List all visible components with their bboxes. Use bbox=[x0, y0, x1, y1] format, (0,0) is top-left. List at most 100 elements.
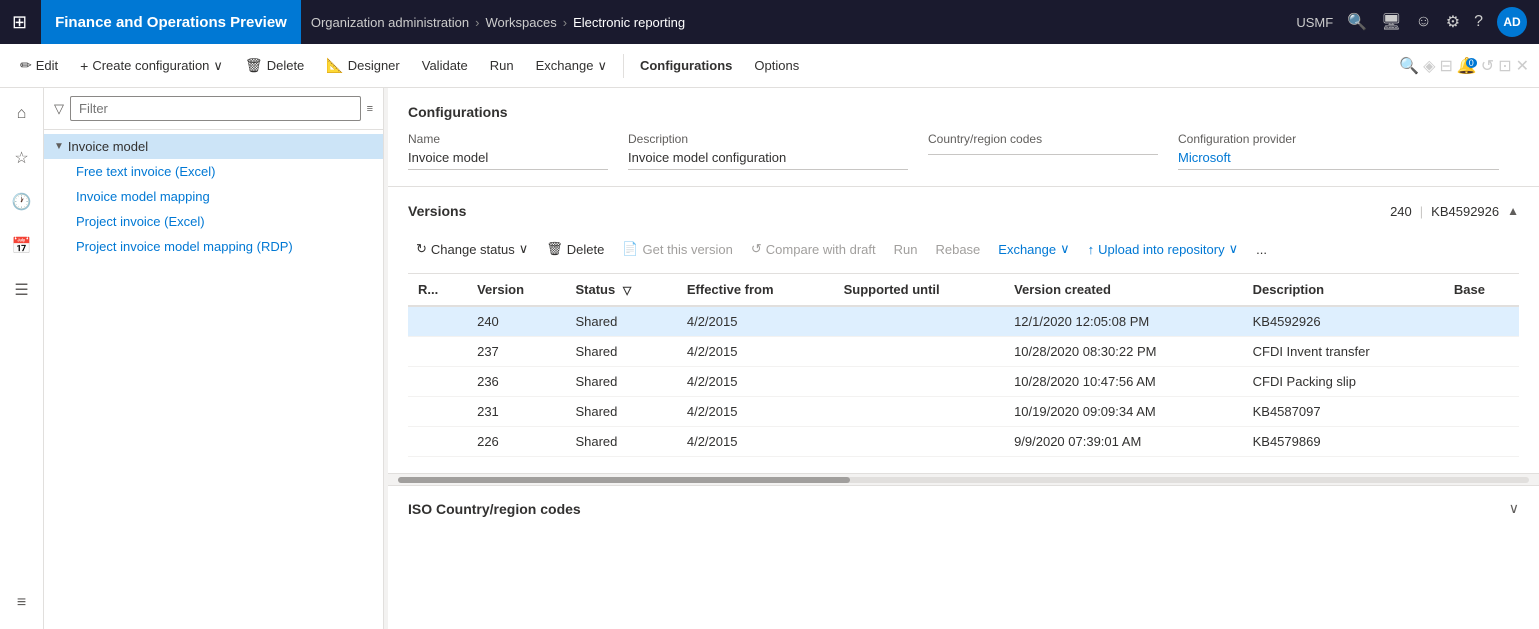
status-filter-icon[interactable]: ▽ bbox=[623, 285, 631, 297]
help-icon[interactable]: ? bbox=[1474, 13, 1483, 31]
breadcrumb-org[interactable]: Organization administration bbox=[311, 15, 469, 30]
versions-delete-icon: 🗑 bbox=[546, 241, 563, 257]
upload-chevron: ∨ bbox=[1229, 241, 1239, 257]
configurations-button[interactable]: Configurations bbox=[630, 48, 742, 84]
table-cell bbox=[834, 427, 1004, 457]
search-nav-icon[interactable]: 🔍 bbox=[1347, 12, 1367, 32]
tree-search-input[interactable] bbox=[70, 96, 361, 121]
tree-item-free-text[interactable]: Free text invoice (Excel) bbox=[44, 159, 383, 184]
table-cell bbox=[1444, 337, 1519, 367]
table-cell: 236 bbox=[467, 367, 565, 397]
table-cell: 9/9/2020 07:39:01 AM bbox=[1004, 427, 1243, 457]
compare-with-draft-button[interactable]: ↺ Compare with draft bbox=[743, 235, 884, 263]
table-cell: 240 bbox=[467, 306, 565, 337]
settings-icon[interactable]: ⚙ bbox=[1446, 12, 1460, 32]
nav-star-icon[interactable]: ☆ bbox=[4, 140, 40, 176]
toolbar-refresh-icon[interactable]: ↺ bbox=[1481, 56, 1494, 76]
iso-section[interactable]: ISO Country/region codes ∨ bbox=[388, 485, 1539, 531]
user-avatar[interactable]: AD bbox=[1497, 7, 1527, 37]
iso-chevron-icon: ∨ bbox=[1509, 500, 1519, 517]
config-provider-value[interactable]: Microsoft bbox=[1178, 150, 1499, 170]
nav-calendar-icon[interactable]: 📅 bbox=[4, 228, 40, 264]
toolbar: ✏ Edit + Create configuration ∨ 🗑 Delete… bbox=[0, 44, 1539, 88]
table-cell bbox=[834, 397, 1004, 427]
org-name: USMF bbox=[1296, 15, 1333, 30]
toolbar-layout-icon[interactable]: ⊟ bbox=[1439, 56, 1452, 76]
exchange-button[interactable]: Exchange ∨ bbox=[526, 48, 617, 84]
table-header-row: R... Version Status ▽ Effective from Sup… bbox=[408, 274, 1519, 306]
table-row[interactable]: 240Shared4/2/201512/1/2020 12:05:08 PMKB… bbox=[408, 306, 1519, 337]
exchange-ver-chevron: ∨ bbox=[1060, 241, 1070, 257]
tree-filter-bar: ▽ ≡ bbox=[44, 88, 383, 130]
config-name-field: Name Invoice model bbox=[408, 132, 628, 170]
tree-item-invoice-model[interactable]: ▼ Invoice model bbox=[44, 134, 383, 159]
col-base: Base bbox=[1444, 274, 1519, 306]
table-cell bbox=[408, 397, 467, 427]
table-row[interactable]: 231Shared4/2/201510/19/2020 09:09:34 AMK… bbox=[408, 397, 1519, 427]
designer-button[interactable]: 📐 Designer bbox=[316, 48, 409, 84]
tree-item-project-invoice[interactable]: Project invoice (Excel) bbox=[44, 209, 383, 234]
scrollbar-thumb[interactable] bbox=[398, 477, 850, 483]
toolbar-expand-icon[interactable]: ⊡ bbox=[1498, 56, 1511, 76]
table-cell: KB4592926 bbox=[1243, 306, 1444, 337]
toolbar-filter-icon[interactable]: ◈ bbox=[1423, 56, 1435, 76]
versions-toolbar: ↻ Change status ∨ 🗑 Delete 📄 Get this ve… bbox=[408, 229, 1519, 274]
app-grid-icon[interactable]: ⊞ bbox=[12, 12, 27, 33]
col-status: Status ▽ bbox=[565, 274, 676, 306]
table-cell: 226 bbox=[467, 427, 565, 457]
toolbar-close-icon[interactable]: ✕ bbox=[1516, 56, 1529, 76]
tree-item-invoice-mapping[interactable]: Invoice model mapping bbox=[44, 184, 383, 209]
upload-icon: ↑ bbox=[1088, 242, 1095, 257]
table-cell: Shared bbox=[565, 427, 676, 457]
config-provider-field: Configuration provider Microsoft bbox=[1178, 132, 1519, 170]
tree-child-label: Invoice model mapping bbox=[76, 189, 210, 204]
breadcrumb-workspaces[interactable]: Workspaces bbox=[485, 15, 556, 30]
table-cell: CFDI Invent transfer bbox=[1243, 337, 1444, 367]
config-desc-value: Invoice model configuration bbox=[628, 150, 908, 170]
versions-delete-button[interactable]: 🗑 Delete bbox=[538, 235, 612, 263]
versions-title: Versions bbox=[408, 203, 466, 219]
top-nav: ⊞ Finance and Operations Preview Organiz… bbox=[0, 0, 1539, 44]
upload-repository-button[interactable]: ↑ Upload into repository ∨ bbox=[1080, 235, 1246, 263]
tree-item-label: Invoice model bbox=[68, 139, 148, 154]
table-cell bbox=[834, 337, 1004, 367]
smiley-icon[interactable]: ☺ bbox=[1415, 13, 1431, 31]
tree-item-project-mapping[interactable]: Project invoice model mapping (RDP) bbox=[44, 234, 383, 259]
versions-section: Versions 240 | KB4592926 ▲ ↻ Change stat… bbox=[388, 187, 1539, 473]
monitor-icon[interactable]: 🖥 bbox=[1381, 12, 1401, 32]
edit-button[interactable]: ✏ Edit bbox=[10, 48, 68, 84]
nav-hamburger-icon[interactable]: ≡ bbox=[4, 585, 40, 621]
config-desc-field: Description Invoice model configuration bbox=[628, 132, 928, 170]
versions-run-button[interactable]: Run bbox=[886, 235, 926, 263]
filter-icon: ▽ bbox=[54, 101, 64, 117]
table-row[interactable]: 236Shared4/2/201510/28/2020 10:47:56 AMC… bbox=[408, 367, 1519, 397]
validate-button[interactable]: Validate bbox=[412, 48, 478, 84]
versions-badge-num: 240 bbox=[1390, 204, 1412, 219]
col-description: Description bbox=[1243, 274, 1444, 306]
delete-button[interactable]: 🗑 Delete bbox=[235, 48, 314, 84]
table-cell: 4/2/2015 bbox=[677, 337, 834, 367]
table-row[interactable]: 237Shared4/2/201510/28/2020 08:30:22 PMC… bbox=[408, 337, 1519, 367]
nav-clock-icon[interactable]: 🕐 bbox=[4, 184, 40, 220]
table-cell: 4/2/2015 bbox=[677, 397, 834, 427]
scrollbar-track[interactable] bbox=[398, 477, 1529, 483]
col-version-created: Version created bbox=[1004, 274, 1243, 306]
toolbar-notif-icon[interactable]: 🔔0 bbox=[1457, 56, 1477, 76]
versions-exchange-button[interactable]: Exchange ∨ bbox=[990, 235, 1077, 263]
versions-more-button[interactable]: ... bbox=[1248, 235, 1275, 263]
nav-list-icon[interactable]: ☰ bbox=[4, 272, 40, 308]
run-button[interactable]: Run bbox=[480, 48, 524, 84]
table-cell bbox=[834, 367, 1004, 397]
create-config-button[interactable]: + Create configuration ∨ bbox=[70, 48, 233, 84]
change-status-button[interactable]: ↻ Change status ∨ bbox=[408, 235, 536, 263]
table-row[interactable]: 226Shared4/2/20159/9/2020 07:39:01 AMKB4… bbox=[408, 427, 1519, 457]
col-supported-until: Supported until bbox=[834, 274, 1004, 306]
horizontal-scrollbar[interactable] bbox=[388, 473, 1539, 485]
table-cell: 231 bbox=[467, 397, 565, 427]
versions-collapse-btn[interactable]: ▲ bbox=[1507, 204, 1519, 218]
nav-home-icon[interactable]: ⌂ bbox=[4, 96, 40, 132]
get-this-version-button[interactable]: 📄 Get this version bbox=[614, 235, 741, 263]
rebase-button[interactable]: Rebase bbox=[927, 235, 988, 263]
options-button[interactable]: Options bbox=[744, 48, 809, 84]
toolbar-search-icon[interactable]: 🔍 bbox=[1399, 56, 1419, 76]
